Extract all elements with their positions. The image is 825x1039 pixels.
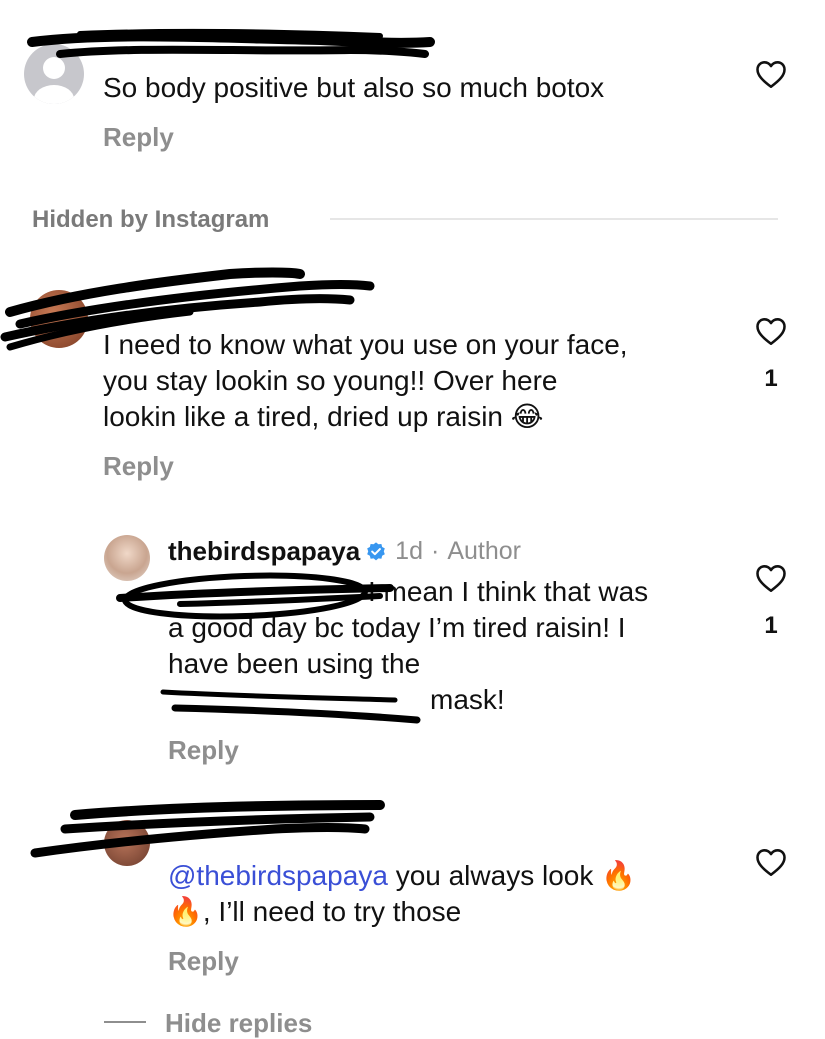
fire-emoji-icon: 🔥 [601,859,636,892]
reply-button[interactable]: Reply [168,735,239,766]
comment-line: you stay lookin so young!! Over here [103,365,558,396]
comment-line: 🔥, I’ll need to try those [168,895,462,928]
like-count: 1 [764,365,778,392]
reply-button[interactable]: Reply [168,946,239,977]
comment-line: lookin like a tired, dried up raisin 😂 [103,400,544,433]
redacted-mention [170,586,365,606]
separator: · [430,537,440,565]
default-avatar-icon [34,57,74,104]
laughing-emoji-icon: 😂 [510,400,544,433]
comment-line: I need to know what you use on your face… [103,329,628,360]
redaction-scribble [30,800,385,858]
redaction-scribble [27,28,435,58]
heart-icon[interactable] [753,313,789,349]
comment-time: 1d [395,537,423,565]
avatar[interactable] [104,535,150,581]
avatar[interactable] [30,290,88,348]
section-divider [330,218,778,220]
avatar[interactable] [104,820,150,866]
mention-link[interactable]: @thebirdspapaya [168,860,388,891]
replies-divider [104,1021,146,1023]
hidden-by-instagram-label[interactable]: Hidden by Instagram [32,206,269,234]
avatar[interactable] [24,44,84,104]
reply-button[interactable]: Reply [103,122,174,153]
comment-header: thebirdspapaya 1d · Author [168,536,521,567]
comment-text: I need to know what you use on your face… [103,327,628,435]
comment-line: mask! [430,684,505,715]
comment-line: a good day bc today I’m tired raisin! I [168,612,626,643]
fire-emoji-icon: 🔥 [168,895,203,928]
comment-text: So body positive but also so much botox [103,72,605,103]
reply-button[interactable]: Reply [103,451,174,482]
comment-line: have been using the [168,648,421,679]
like-count: 1 [764,612,778,639]
comment-line: @thebirdspapaya you always look 🔥 [168,859,636,892]
comment-text: @thebirdspapaya you always look 🔥 🔥, I’l… [168,858,636,930]
heart-icon[interactable] [753,844,789,880]
username[interactable]: thebirdspapaya [168,536,360,567]
author-tag: Author [447,537,521,565]
heart-icon[interactable] [753,56,789,92]
verified-icon [367,541,385,560]
heart-icon[interactable] [753,560,789,596]
